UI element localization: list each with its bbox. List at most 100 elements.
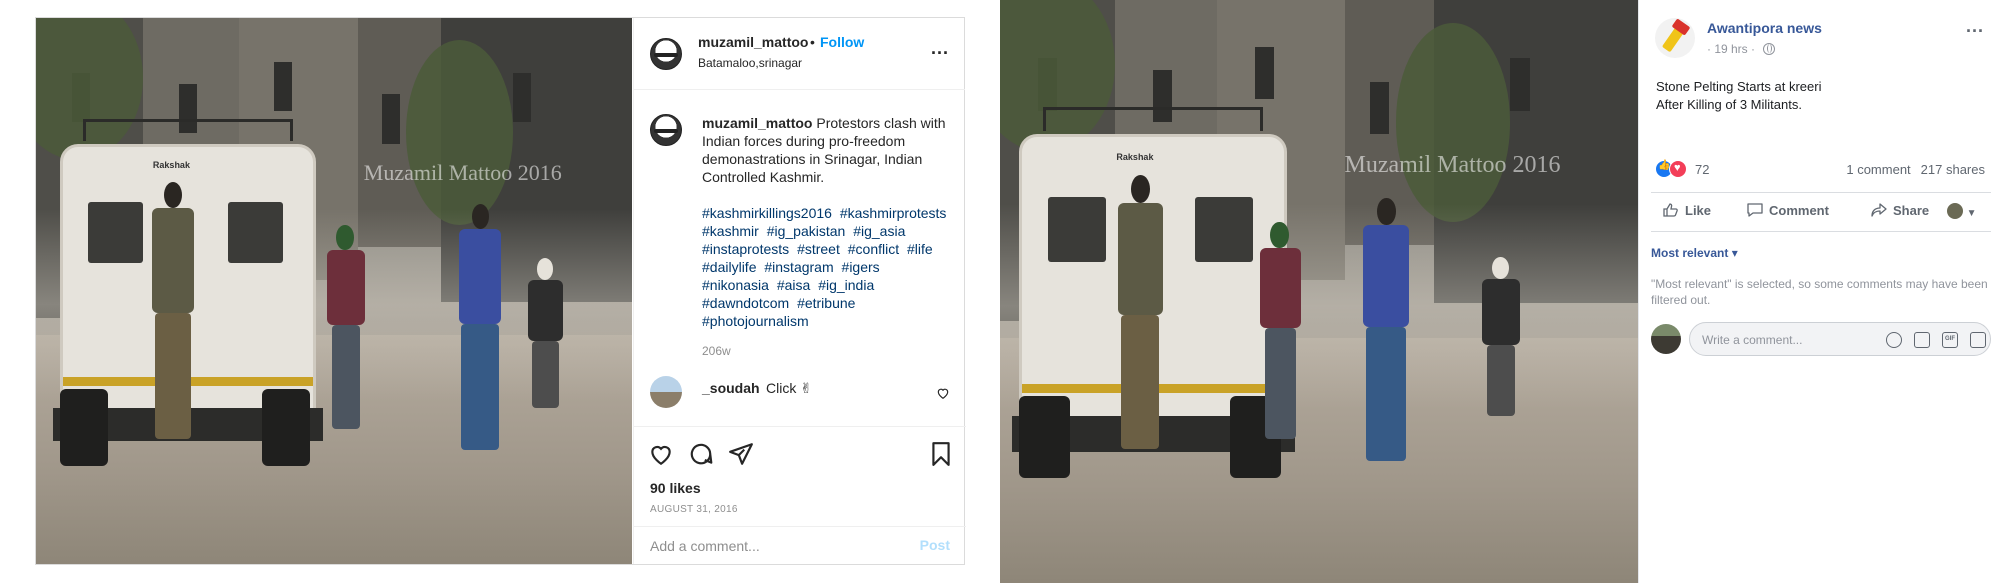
hashtag-link[interactable]: #aisa [777,277,810,293]
hashtag-link[interactable]: #instaprotests [702,241,789,257]
my-avatar[interactable] [1651,324,1681,354]
person-torso [528,279,564,341]
sticker-icon[interactable] [1970,332,1986,348]
comment-bubble-icon[interactable] [688,441,714,467]
hashtag-link[interactable]: #kashmirprotests [840,205,947,221]
facebook-sidebar: Awantipora news · 19 hrs · ... Stone Pel… [1638,0,2000,583]
hashtag-list: #kashmirkillings2016 #kashmirprotests #k… [702,204,952,330]
person-head [1491,256,1509,280]
photo-person [1108,174,1172,455]
comment-like-heart-icon[interactable] [936,386,950,400]
post-comment-button[interactable]: Post [920,537,950,553]
camera-icon[interactable] [1914,332,1930,348]
username-link[interactable]: muzamil_mattoo [698,34,808,50]
shares-count-link[interactable]: 217 shares [1921,162,1985,177]
commenter-avatar[interactable] [650,376,682,408]
hashtag-link[interactable]: #instagram [764,259,833,275]
share-paper-plane-icon[interactable] [728,441,754,467]
instagram-post-photo: Muzamil Mattoo 2016 Rakshak [36,18,632,564]
comment-sort-dropdown[interactable]: Most relevant ▾ [1651,246,1738,260]
add-comment-input[interactable] [650,535,900,557]
person-legs [331,325,361,429]
comment-button-label: Comment [1769,203,1829,218]
hashtag-link[interactable]: #dawndotcom [702,295,789,311]
hashtag-link[interactable]: #street [797,241,840,257]
share-arrow-icon [1871,203,1887,217]
hashtag-link[interactable]: #ig_pakistan [767,223,846,239]
separator-dot: • [810,34,815,50]
comment-text: Click ✌ [766,380,812,396]
audience-selector[interactable]: ▼ [1947,203,1977,219]
photo-person [322,225,370,432]
hashtag-link[interactable]: #ig_asia [853,223,905,239]
hashtag-link[interactable]: #photojournalism [702,313,809,329]
comment-composer: GIF [1651,322,1991,356]
hashtag-link[interactable]: #kashmirkillings2016 [702,205,832,221]
hashtag-link[interactable]: #life [907,241,933,257]
comment-icon [1747,203,1763,217]
reaction-count[interactable]: 72 [1695,162,1709,177]
photo-watermark: Muzamil Mattoo 2016 [363,159,562,185]
person-torso [1482,279,1520,345]
post-timestamp[interactable]: · 19 hrs · [1707,42,1755,56]
photo-window [381,94,400,144]
comment-item: _soudah Click ✌ [650,374,950,410]
photo-person [143,181,203,444]
person-legs [1265,327,1296,439]
page-avatar[interactable] [1655,18,1695,58]
comment-input-wrapper: GIF [1689,322,1991,356]
facebook-post-photo: Muzamil Mattoo 2016 Rakshak [1000,0,1638,583]
hashtag-link[interactable]: #ig_india [818,277,874,293]
photo-person [1479,256,1524,420]
like-count[interactable]: 90 likes [650,480,701,496]
hashtag-link[interactable]: #nikonasia [702,277,769,293]
photo-wheel [262,389,311,466]
photo-tree [405,39,513,226]
hashtag-link[interactable]: #etribune [797,295,855,311]
comments-count-link[interactable]: 1 comment [1846,162,1910,177]
profile-mini-avatar [1947,203,1963,219]
location-link[interactable]: Batamaloo,srinagar [698,56,802,70]
hashtag-link[interactable]: #dailylife [702,259,756,275]
caption-username[interactable]: muzamil_mattoo [702,115,812,131]
photo-window [512,72,531,122]
vehicle-window [1195,196,1253,262]
page-name-link[interactable]: Awantipora news [1707,20,1822,36]
person-legs [1486,344,1516,417]
follow-button[interactable]: Follow [820,34,864,50]
comment-button[interactable]: Comment [1747,203,1829,218]
commenter-username[interactable]: _soudah [702,380,760,396]
hashtag-link[interactable]: #igers [842,259,880,275]
facebook-post: Muzamil Mattoo 2016 Rakshak Awantipora n… [1000,0,2000,583]
emoji-icon[interactable] [1886,332,1902,348]
like-button[interactable]: Like [1663,203,1711,218]
person-head [1270,221,1289,249]
post-text-line: Stone Pelting Starts at kreeri [1656,79,1822,94]
post-text-line: After Killing of 3 Militants. [1656,97,1802,112]
person-legs [1365,326,1407,462]
more-options-button[interactable]: ... [931,38,949,59]
person-head [164,181,182,208]
caption-avatar[interactable] [650,114,682,146]
reaction-summary: 72 1 comment 217 shares [1655,160,1985,180]
vehicle-label: Rakshak [1116,151,1154,162]
save-bookmark-icon[interactable] [928,441,954,467]
person-head [471,203,490,229]
hashtag-link[interactable]: #conflict [848,241,899,257]
person-torso [1260,248,1302,328]
post-action-bar [634,426,966,478]
write-comment-input[interactable] [1702,331,1882,349]
hashtag-link[interactable]: #kashmir [702,223,759,239]
like-heart-icon[interactable] [648,441,674,467]
photo-wheel [1019,396,1071,479]
photo-window [1370,81,1390,135]
person-head [1130,174,1150,203]
more-options-button[interactable]: ... [1966,16,1984,37]
avatar[interactable] [650,38,682,70]
vehicle-rack [82,118,294,142]
photo-window [1510,58,1530,111]
share-button[interactable]: Share [1871,203,1929,218]
love-reaction-icon[interactable] [1669,160,1687,178]
gif-icon[interactable]: GIF [1942,332,1958,348]
person-torso [152,208,194,313]
